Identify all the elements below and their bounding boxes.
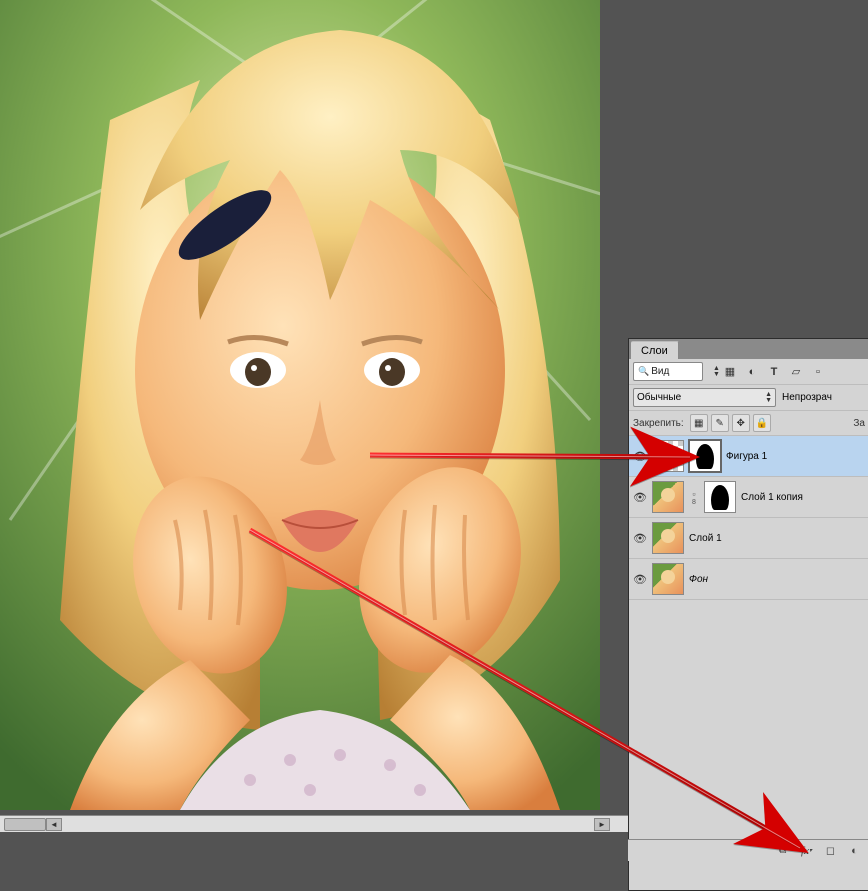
visibility-toggle[interactable]: 👁 <box>633 531 647 545</box>
scrollbar-thumb[interactable] <box>4 818 46 831</box>
blend-mode-dropdown[interactable]: Обычные ▲▼ <box>633 388 776 407</box>
layer-thumbnail[interactable] <box>652 563 684 595</box>
panel-tabs: Слои <box>629 339 868 359</box>
layers-list: 👁 Фигура 1 👁 ▫8 Слой 1 копия 👁 Слой 1 <box>629 436 868 890</box>
lock-all-icon[interactable]: 🔒 <box>753 414 771 432</box>
search-icon: 🔍 <box>638 366 649 377</box>
layer-row-layer-1[interactable]: 👁 Слой 1 <box>629 518 868 559</box>
lock-position-icon[interactable]: ✥ <box>732 414 750 432</box>
panels-dock: Слои 🔍 Вид ▲▼ ▦ ◐ T ▱ ▫ Обычные ▲▼ <box>628 338 868 861</box>
layer-row-layer-1-copy[interactable]: 👁 ▫8 Слой 1 копия <box>629 477 868 518</box>
filter-smart-icon[interactable]: ▫ <box>809 364 827 380</box>
filter-type-icon[interactable]: T <box>765 364 783 380</box>
filter-type-label: Вид <box>651 366 669 377</box>
layers-panel: Слои 🔍 Вид ▲▼ ▦ ◐ T ▱ ▫ Обычные ▲▼ <box>628 338 868 891</box>
visibility-toggle[interactable]: 👁 <box>633 449 647 463</box>
lock-row: Закрепить: ▦ ✎ ✥ 🔒 За <box>629 411 868 435</box>
new-adjustment-icon[interactable]: ◐ <box>847 843 862 858</box>
layer-mask-thumbnail[interactable] <box>689 440 721 472</box>
filter-shape-icon[interactable]: ▱ <box>787 364 805 380</box>
layer-filter-row: 🔍 Вид ▲▼ ▦ ◐ T ▱ ▫ <box>629 359 868 384</box>
visibility-toggle[interactable]: 👁 <box>633 490 647 504</box>
blend-mode-row: Обычные ▲▼ Непрозрач <box>629 385 868 410</box>
layer-filter-type[interactable]: 🔍 Вид <box>633 362 703 381</box>
link-layers-icon[interactable]: ⧉ <box>775 843 790 858</box>
layer-row-background[interactable]: 👁 Фон <box>629 559 868 600</box>
tab-layers[interactable]: Слои <box>631 341 679 359</box>
layer-thumbnail[interactable] <box>652 440 684 472</box>
layers-panel-footer: ⧉ fx▾ ◻ ◐ <box>628 839 868 861</box>
horizontal-scrollbar[interactable]: ◄ ► <box>0 815 628 832</box>
layer-thumbnail[interactable] <box>652 522 684 554</box>
layer-mask-thumbnail[interactable] <box>704 481 736 513</box>
layer-name[interactable]: Фигура 1 <box>726 451 767 462</box>
scroll-right-arrow[interactable]: ► <box>594 818 610 831</box>
layer-name[interactable]: Слой 1 копия <box>741 492 803 503</box>
workspace: ◄ ► Слои 🔍 Вид ▲▼ ▦ ◐ T ▱ ▫ <box>0 0 868 861</box>
add-mask-icon[interactable]: ◻ <box>823 843 838 858</box>
layer-name[interactable]: Фон <box>689 574 708 585</box>
lock-label: Закрепить: <box>633 418 684 429</box>
fill-label: За <box>853 418 865 429</box>
opacity-label: Непрозрач <box>782 392 832 403</box>
layer-row-figure-1[interactable]: 👁 Фигура 1 <box>629 436 868 477</box>
filter-pixel-icon[interactable]: ▦ <box>721 364 739 380</box>
fx-icon[interactable]: fx▾ <box>799 843 814 858</box>
blend-mode-value: Обычные <box>637 392 681 403</box>
visibility-toggle[interactable]: 👁 <box>633 572 647 586</box>
canvas-image <box>0 0 600 810</box>
filter-adjust-icon[interactable]: ◐ <box>743 364 761 380</box>
layer-thumbnail[interactable] <box>652 481 684 513</box>
scroll-left-arrow[interactable]: ◄ <box>46 818 62 831</box>
canvas-area: ◄ ► <box>0 0 628 832</box>
document-canvas[interactable] <box>0 0 600 810</box>
lock-transparent-icon[interactable]: ▦ <box>690 414 708 432</box>
layer-name[interactable]: Слой 1 <box>689 533 722 544</box>
filter-dropdown-arrows[interactable]: ▲▼ <box>707 363 717 380</box>
lock-pixels-icon[interactable]: ✎ <box>711 414 729 432</box>
smart-filter-link-icon: ▫8 <box>689 482 699 512</box>
